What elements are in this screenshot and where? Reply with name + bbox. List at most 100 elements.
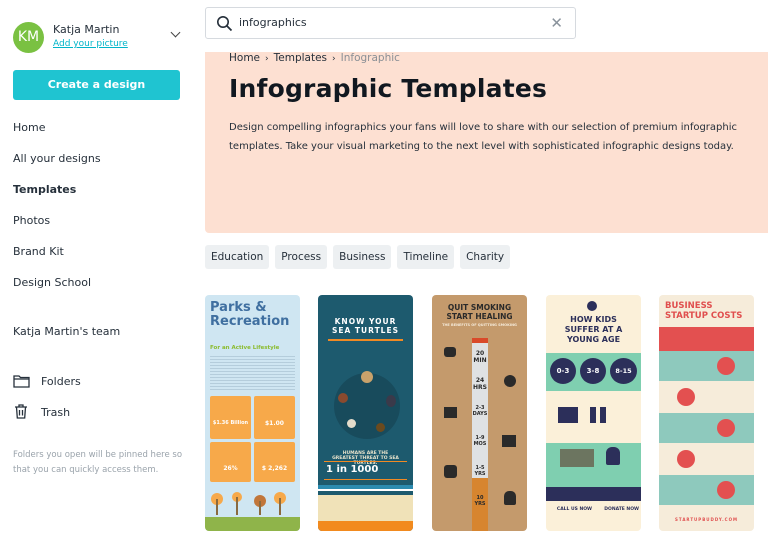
sidebar-item-home[interactable]: Home <box>13 121 45 134</box>
row-band <box>659 413 754 443</box>
divider <box>328 339 403 341</box>
chip-business[interactable]: Business <box>333 245 392 269</box>
divider <box>324 461 407 462</box>
turtle-icon <box>347 419 356 428</box>
lungs-icon <box>504 491 516 505</box>
template-value: $1.00 <box>265 420 284 427</box>
step-label: 10 YRS <box>474 495 486 507</box>
logo-icon <box>587 301 597 311</box>
breadcrumb-current: Infographic <box>340 52 400 64</box>
account-menu[interactable]: KM Katja Martin Add your picture <box>13 20 189 56</box>
template-value: $1.36 Billion <box>212 420 249 426</box>
trash-icon <box>15 404 27 419</box>
template-footer <box>205 517 300 531</box>
age-badge: 3-8 <box>580 358 606 384</box>
chip-timeline[interactable]: Timeline <box>397 245 455 269</box>
tv-icon <box>677 450 695 468</box>
template-box <box>210 396 251 439</box>
template-title: QUIT SMOKING START HEALING <box>446 303 513 321</box>
sidebar-item-all-designs[interactable]: All your designs <box>13 152 101 165</box>
page-title: Infographic Templates <box>229 74 548 103</box>
template-card-sea-turtles[interactable]: KNOW YOUR SEA TURTLES HUMANS ARE THE GRE… <box>318 295 413 531</box>
step-label: 1-9 MOS <box>473 435 487 447</box>
avatar[interactable]: KM <box>13 22 44 53</box>
parent-icon <box>590 407 596 423</box>
breadcrumb-templates[interactable]: Templates <box>274 52 327 64</box>
trash-label: Trash <box>41 406 71 419</box>
search-input[interactable]: infographics <box>239 16 307 29</box>
add-picture-link[interactable]: Add your picture <box>53 39 128 49</box>
breadcrumb-separator: › <box>265 54 269 64</box>
close-icon[interactable]: ✕ <box>550 14 563 32</box>
template-footer: STARTUPBUDDY.COM <box>675 517 738 522</box>
template-title: KNOW YOUR SEA TURTLES <box>331 317 399 335</box>
breadcrumb: Home › Templates › Infographic <box>229 52 400 64</box>
turtle-icon <box>338 393 348 403</box>
age-badge: 8-15 <box>610 358 637 384</box>
step-label: 24 HRS <box>473 377 487 391</box>
divider <box>324 479 407 480</box>
template-card-kids[interactable]: HOW KIDS SUFFER AT A YOUNG AGE 0-3 3-8 8… <box>546 295 641 531</box>
breadcrumb-home[interactable]: Home <box>229 52 260 64</box>
template-box <box>210 442 251 482</box>
template-stat: 1 in 1000 <box>326 464 379 475</box>
sidebar-item-brand-kit[interactable]: Brand Kit <box>13 245 64 258</box>
truck-icon <box>717 419 735 437</box>
chip-charity[interactable]: Charity <box>460 245 511 269</box>
sidebar-item-design-school[interactable]: Design School <box>13 276 91 289</box>
template-body-text <box>210 354 295 390</box>
folders-hint: Folders you open will be pinned here so … <box>13 450 183 475</box>
template-title: Parks & Recreation <box>210 300 290 329</box>
sidebar-item-photos[interactable]: Photos <box>13 214 50 227</box>
category-chips: Education Process Business Timeline Char… <box>205 245 511 269</box>
parent-icon <box>600 407 606 423</box>
breadcrumb-separator: › <box>332 54 336 64</box>
step-label: 20 MIN <box>473 350 487 364</box>
chevron-down-icon[interactable] <box>170 27 181 38</box>
folders-label: Folders <box>41 375 81 388</box>
call-us-label: CALL US NOW <box>556 507 592 512</box>
exercise-icon <box>502 435 516 447</box>
step-label: 2-3 DAYS <box>472 405 488 417</box>
bank-icon <box>717 481 735 499</box>
beach-illustration <box>318 485 413 521</box>
page-description: Design compelling infographics your fans… <box>229 122 738 152</box>
folder-icon <box>13 375 30 388</box>
template-value: 26% <box>223 465 238 472</box>
template-card-business[interactable]: BUSINESS STARTUP COSTS STARTUPBUDDY.COM <box>659 295 754 531</box>
hero-banner: Home › Templates › Infographic Infographic T… <box>205 52 768 233</box>
team-link[interactable]: Katja Martin's team <box>13 325 120 338</box>
turtle-icon <box>386 395 396 407</box>
template-box <box>254 442 295 482</box>
template-subtitle: For an Active Lifestyle <box>210 345 280 351</box>
template-value: $ 2,262 <box>261 465 288 472</box>
cta-band <box>546 487 641 501</box>
sidebar-item-templates[interactable]: Templates <box>13 183 76 196</box>
chip-education[interactable]: Education <box>205 245 270 269</box>
food-icon <box>444 407 457 418</box>
trees-illustration <box>211 492 286 515</box>
template-subtitle: THE BENEFITS OF QUITTING SMOKING <box>442 323 517 327</box>
template-card-parks[interactable]: Parks & Recreation For an Active Lifesty… <box>205 295 300 531</box>
donate-label: DONATE NOW <box>604 507 639 512</box>
document-icon <box>677 388 695 406</box>
template-title: BUSINESS STARTUP COSTS <box>665 301 743 321</box>
building-icon <box>560 449 594 467</box>
child-icon <box>606 447 620 465</box>
template-box <box>254 396 295 439</box>
chip-process[interactable]: Process <box>275 245 328 269</box>
turtle-icon <box>361 371 373 383</box>
search-icon <box>217 16 233 32</box>
heart-icon <box>444 347 456 357</box>
template-card-quit-smoking[interactable]: QUIT SMOKING START HEALING THE BENEFITS … <box>432 295 527 531</box>
user-name: Katja Martin <box>53 23 120 36</box>
intro-band <box>659 327 754 351</box>
create-design-button[interactable]: Create a design <box>13 70 180 100</box>
head-icon <box>504 375 516 387</box>
sidebar: KM Katja Martin Add your picture Create … <box>0 0 196 542</box>
age-badge: 0-3 <box>550 358 576 384</box>
step-label: 1-5 YRS <box>474 465 486 477</box>
house-icon <box>558 407 578 423</box>
search-bar[interactable]: infographics ✕ <box>205 7 576 39</box>
health-icon <box>444 465 457 478</box>
